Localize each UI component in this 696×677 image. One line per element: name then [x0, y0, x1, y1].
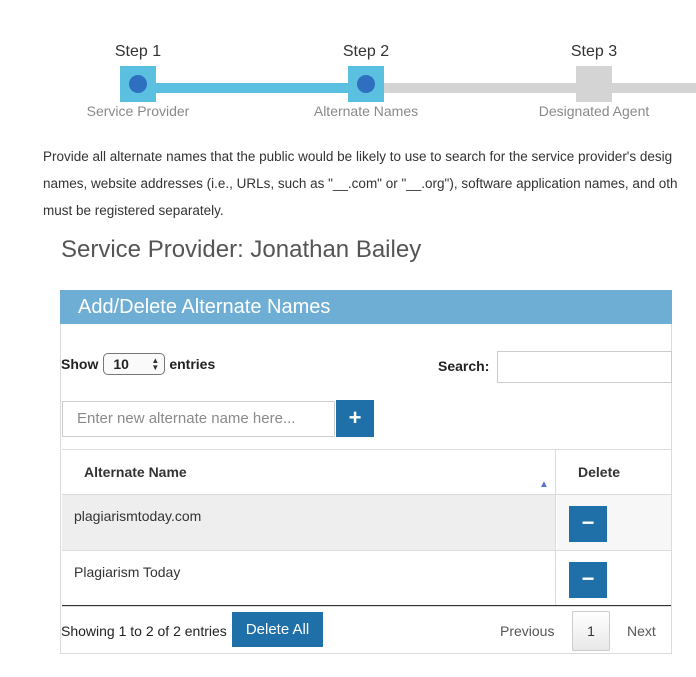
- step-track-2-3: [384, 83, 578, 93]
- pagination-page-1[interactable]: 1: [572, 611, 610, 651]
- step-1-marker[interactable]: [120, 66, 156, 102]
- step-2-dot-icon: [357, 75, 375, 93]
- entries-label: entries: [169, 356, 216, 372]
- alternate-names-table: Alternate Name ▲ Delete plagiarismtoday.…: [62, 449, 671, 607]
- entries-select-value: 10: [113, 356, 129, 372]
- alternate-name-cell: Plagiarism Today: [62, 551, 556, 606]
- delete-row-button[interactable]: −: [569, 562, 607, 598]
- step-3-label: Step 3: [570, 43, 618, 60]
- table-row: plagiarismtoday.com −: [62, 495, 671, 551]
- column-header-label: Alternate Name: [84, 464, 187, 480]
- step-3-caption: Designated Agent: [538, 103, 650, 119]
- entries-length-control: Show 10 ▲ ▼ entries: [61, 353, 215, 375]
- alternate-name-cell: plagiarismtoday.com: [62, 495, 556, 550]
- minus-icon: −: [581, 566, 595, 591]
- show-label: Show: [61, 356, 99, 372]
- pagination-previous[interactable]: Previous: [500, 623, 554, 639]
- delete-cell: −: [557, 495, 671, 550]
- step-2-marker[interactable]: [348, 66, 384, 102]
- step-3-marker: [576, 66, 612, 102]
- step-1-caption: Service Provider: [86, 103, 190, 119]
- intro-line: Provide all alternate names that the pub…: [43, 149, 673, 164]
- new-alternate-name-input[interactable]: Enter new alternate name here...: [62, 401, 335, 437]
- alternate-names-panel: Add/Delete Alternate Names Show 10 ▲ ▼ en…: [60, 290, 672, 654]
- intro-text: Provide all alternate names that the pub…: [43, 143, 696, 224]
- column-header-delete: Delete: [578, 464, 621, 480]
- step-2-caption: Alternate Names: [313, 103, 419, 119]
- panel-header: Add/Delete Alternate Names: [60, 290, 672, 324]
- pagination-next[interactable]: Next: [627, 623, 656, 639]
- add-name-button[interactable]: +: [336, 400, 374, 437]
- column-header-alternate-name[interactable]: Alternate Name ▲: [62, 450, 556, 494]
- page-title: Service Provider: Jonathan Bailey: [61, 236, 422, 263]
- delete-all-button[interactable]: Delete All: [232, 612, 323, 647]
- table-header: Alternate Name ▲ Delete: [62, 449, 671, 495]
- delete-cell: −: [557, 551, 671, 606]
- search-label: Search:: [438, 358, 490, 374]
- entries-select[interactable]: 10 ▲ ▼: [103, 353, 166, 375]
- intro-line: names, website addresses (i.e., URLs, su…: [43, 176, 678, 191]
- step-1-dot-icon: [129, 75, 147, 93]
- step-2-label: Step 2: [342, 43, 390, 60]
- select-arrows-icon: ▲ ▼: [151, 356, 160, 372]
- search-input[interactable]: [497, 351, 672, 383]
- minus-icon: −: [581, 510, 595, 535]
- table-row: Plagiarism Today −: [62, 551, 671, 607]
- step-track-1-2: [156, 83, 348, 93]
- delete-row-button[interactable]: −: [569, 506, 607, 542]
- table-info: Showing 1 to 2 of 2 entries: [61, 623, 227, 639]
- table-bottom-border: [62, 605, 671, 606]
- intro-line: must be registered separately.: [43, 203, 224, 218]
- step-1-label: Step 1: [114, 43, 162, 60]
- plus-icon: +: [348, 405, 362, 430]
- step-track-3-end: [612, 83, 696, 93]
- page: Step 1 Service Provider Step 2 Alternate…: [0, 0, 696, 677]
